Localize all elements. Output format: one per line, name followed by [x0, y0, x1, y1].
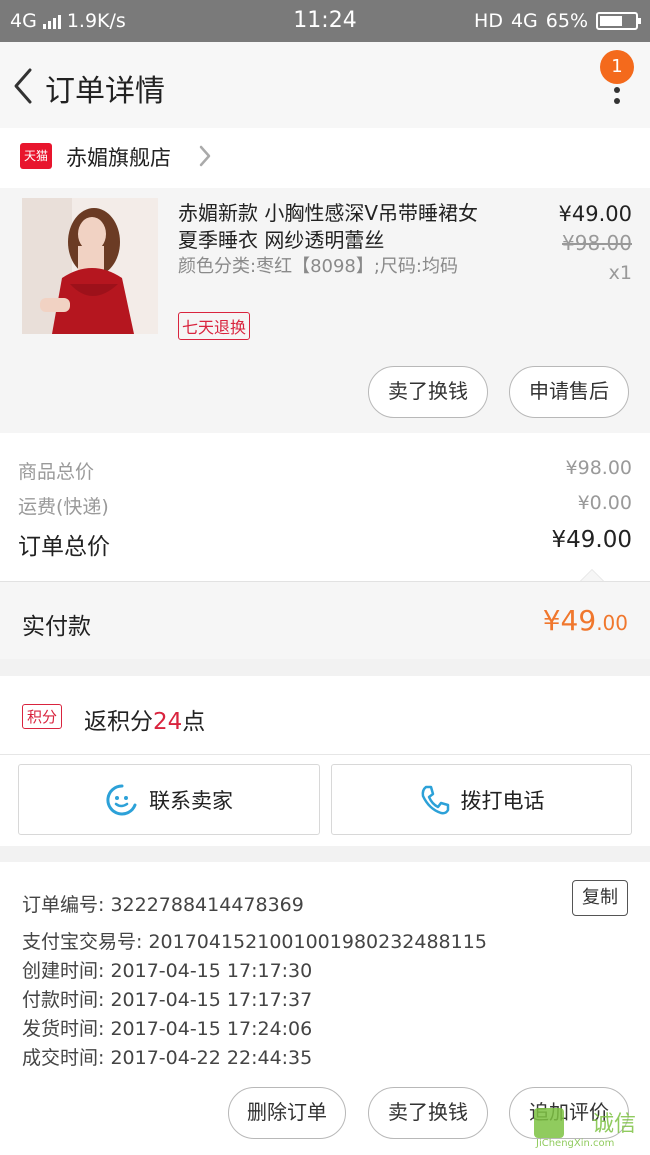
notification-badge: 1 — [600, 50, 634, 84]
contact-seller-button[interactable]: 联系卖家 — [18, 764, 320, 835]
return-policy-tag: 七天退换 — [178, 312, 251, 340]
contact-row: 联系卖家 拨打电话 — [0, 754, 650, 846]
contact-seller-label: 联系卖家 — [149, 788, 233, 813]
battery-icon — [596, 12, 641, 30]
amount-decimal: .00 — [596, 611, 628, 635]
back-arrow-icon[interactable] — [10, 66, 38, 106]
order-info: 订单编号: 3222788414478369 支付宝交易号: 201704152… — [0, 862, 650, 1072]
price-summary: 商品总价 ¥98.00 运费(快递) ¥0.00 订单总价 ¥49.00 — [0, 433, 650, 581]
original-price: ¥98.00 — [562, 231, 632, 255]
caret-up-icon — [580, 569, 604, 581]
watermark-text: 诚信 — [592, 1112, 637, 1137]
summary-row: 运费(快递) ¥0.00 — [18, 492, 632, 519]
watermark: 诚信 JiChengXin.com — [532, 1106, 644, 1150]
summary-label: 运费(快递) — [18, 496, 109, 518]
summary-label: 商品总价 — [18, 461, 95, 483]
watermark-subtext: JiChengXin.com — [536, 1138, 615, 1149]
status-bar: 4G 1.9K/s 11:24 HD 4G 65% — [0, 0, 650, 42]
paid-time: 付款时间: 2017-04-15 17:17:37 — [22, 989, 313, 1011]
sell-for-cash-button[interactable]: 卖了换钱 — [368, 366, 488, 418]
network-label-right: 4G — [510, 10, 538, 32]
product-card: 赤媚新款 小胸性感深V吊带睡裙女 夏季睡衣 网纱透明蕾丝 颜色分类:枣红【809… — [0, 188, 650, 433]
store-name[interactable]: 赤媚旗舰店 — [66, 142, 171, 172]
order-total-label: 订单总价 — [18, 534, 110, 560]
points-row: 积分 返积分24点 — [0, 676, 650, 754]
alipay-trade-number: 支付宝交易号: 2017041521001001980232488115 — [22, 931, 487, 953]
store-row[interactable]: 天猫 赤媚旗舰店 — [0, 128, 650, 188]
summary-value: ¥0.00 — [577, 492, 632, 514]
summary-value: ¥98.00 — [565, 457, 632, 479]
actual-payment-amount: ¥49.00 — [543, 604, 628, 637]
product-image[interactable] — [22, 198, 158, 334]
completed-time: 成交时间: 2017-04-22 22:44:35 — [22, 1047, 313, 1069]
actual-payment-row: 实付款 ¥49.00 — [0, 581, 650, 659]
copy-button[interactable]: 复制 — [572, 880, 628, 916]
hd-label: HD — [474, 10, 503, 32]
product-quantity: x1 — [608, 262, 632, 284]
chat-face-icon — [106, 783, 137, 815]
points-text: 返积分24点 — [84, 709, 206, 735]
bottom-action-bar: 删除订单 卖了换钱 追加评价 诚信 JiChengXin.com — [0, 1072, 650, 1155]
chevron-right-icon — [199, 145, 211, 167]
order-total-row: 订单总价 ¥49.00 — [18, 527, 632, 561]
call-button[interactable]: 拨打电话 — [331, 764, 632, 835]
tmall-icon: 天猫 — [20, 143, 52, 169]
product-price: ¥49.00 — [558, 202, 632, 226]
order-number: 订单编号: 3222788414478369 — [22, 894, 304, 916]
watermark-logo-icon — [534, 1108, 564, 1138]
points-value: 24 — [153, 709, 183, 735]
phone-icon — [421, 785, 449, 814]
navigation-bar: 订单详情 1 — [0, 42, 650, 128]
page-title: 订单详情 — [45, 74, 165, 109]
after-sales-button[interactable]: 申请售后 — [509, 366, 629, 418]
actual-payment-label: 实付款 — [22, 614, 91, 640]
created-time: 创建时间: 2017-04-15 17:17:30 — [22, 960, 313, 982]
delete-order-button[interactable]: 删除订单 — [228, 1087, 346, 1139]
sell-for-cash-button[interactable]: 卖了换钱 — [368, 1087, 488, 1139]
product-spec: 颜色分类:枣红【8098】;尺码:均码 — [178, 256, 459, 277]
call-label: 拨打电话 — [460, 788, 545, 813]
points-tag: 积分 — [22, 704, 63, 729]
shipped-time: 发货时间: 2017-04-15 17:24:06 — [22, 1018, 313, 1040]
amount-main: ¥49 — [542, 604, 597, 637]
order-total-value: ¥49.00 — [551, 527, 632, 553]
battery-percent: 65% — [545, 10, 588, 32]
product-title[interactable]: 赤媚新款 小胸性感深V吊带睡裙女 夏季睡衣 网纱透明蕾丝 — [178, 200, 498, 254]
summary-row: 商品总价 ¥98.00 — [18, 457, 632, 484]
